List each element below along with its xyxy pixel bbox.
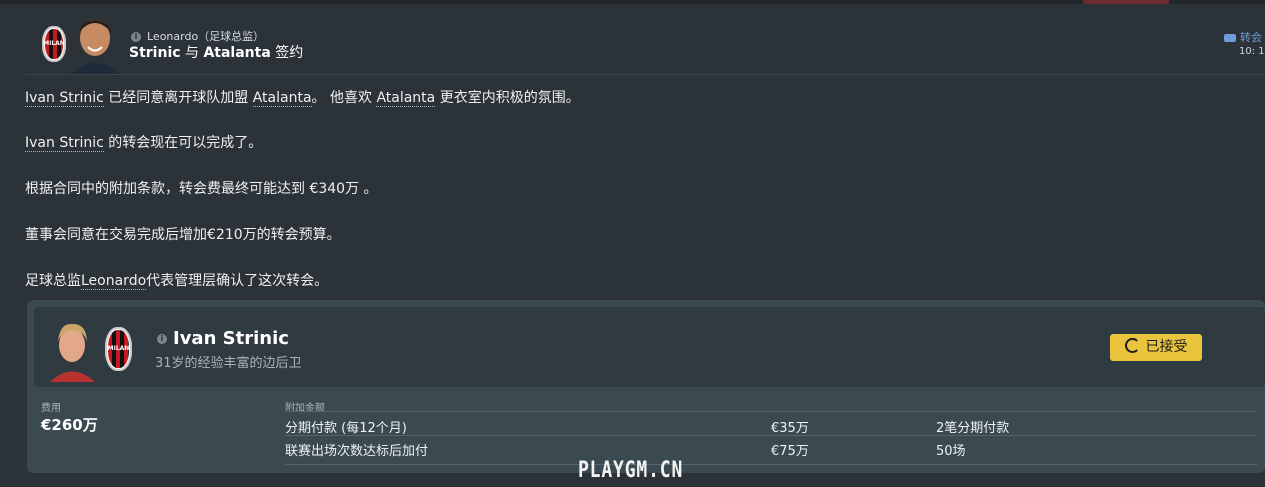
- message-time: 10: 17: [1239, 46, 1265, 57]
- ac-milan-badge-icon: MILAN: [42, 26, 66, 62]
- addons-divider-top: [285, 411, 1257, 412]
- p1-text1: 已经同意离开球队加盟: [108, 90, 249, 106]
- player-club-badge-icon: MILAN: [105, 327, 132, 371]
- player-name-text[interactable]: Ivan Strinic: [173, 328, 289, 349]
- message-header: MILAN i Leonardo（足球总监） Strinic 与 Atalanta…: [0, 4, 1265, 74]
- fee-value: €260万: [41, 416, 98, 434]
- tag-label: 转会: [1240, 31, 1262, 44]
- player-name[interactable]: i Ivan Strinic: [157, 328, 289, 349]
- p2-text: 的转会现在可以完成了。: [108, 135, 263, 151]
- player-description: 31岁的经验丰富的边后卫: [155, 356, 302, 371]
- title-club[interactable]: Atalanta: [203, 45, 270, 61]
- addon-2-name: 联赛出场次数达标后加付: [285, 444, 429, 459]
- player-link-2[interactable]: Ivan Strinic: [25, 135, 104, 152]
- title-action: 签约: [275, 45, 304, 61]
- leonardo-portrait-icon: [68, 14, 123, 74]
- addon-1-detail: 2笔分期付款: [936, 421, 1010, 436]
- p1-text3: 更衣室内积极的氛围。: [439, 90, 580, 106]
- paragraph-1: Ivan Strinic 已经同意离开球队加盟 Atalanta。 他喜欢 At…: [25, 87, 580, 107]
- title-player[interactable]: Strinic: [129, 45, 181, 61]
- paragraph-3: 根据合同中的附加条款，转会费最终可能达到 €340万 。: [25, 181, 378, 197]
- addon-2-amount: €75万: [771, 444, 809, 459]
- club-link-2[interactable]: Atalanta: [376, 90, 436, 107]
- accepted-status-button[interactable]: 已接受: [1110, 334, 1202, 361]
- p5-pre: 足球总监: [25, 273, 81, 289]
- addon-1-name: 分期付款 (每12个月): [285, 421, 407, 436]
- title-joiner: 与: [185, 45, 199, 61]
- addons-divider-bottom: [285, 464, 1257, 465]
- site-watermark: PLAYGM.CN: [578, 458, 684, 483]
- player-link[interactable]: Ivan Strinic: [25, 90, 104, 107]
- info-icon[interactable]: i: [131, 32, 141, 42]
- addon-1-amount: €35万: [771, 421, 809, 436]
- header-divider: [25, 74, 1265, 75]
- p1-text2: 。 他喜欢: [311, 90, 372, 106]
- paragraph-2: Ivan Strinic 的转会现在可以完成了。: [25, 132, 262, 152]
- message-title: Strinic 与 Atalanta 签约: [129, 42, 303, 62]
- refresh-icon: [1124, 338, 1140, 353]
- addons-divider-mid: [285, 435, 1257, 436]
- addon-2-detail: 50场: [936, 444, 966, 459]
- club-link[interactable]: Atalanta: [252, 90, 312, 107]
- paragraph-5: 足球总监Leonardo代表管理层确认了这次转会。: [25, 270, 328, 290]
- fee-label: 费用: [41, 403, 61, 414]
- director-link[interactable]: Leonardo: [81, 273, 147, 290]
- transfer-tag[interactable]: 转会: [1224, 29, 1262, 45]
- player-portrait-icon[interactable]: [50, 319, 95, 382]
- p5-post: 代表管理层确认了这次转会。: [146, 273, 329, 289]
- paragraph-4: 董事会同意在交易完成后增加€210万的转会预算。: [25, 227, 341, 243]
- player-info-icon[interactable]: i: [157, 334, 167, 344]
- tag-icon: [1224, 34, 1236, 42]
- status-label: 已接受: [1145, 339, 1188, 355]
